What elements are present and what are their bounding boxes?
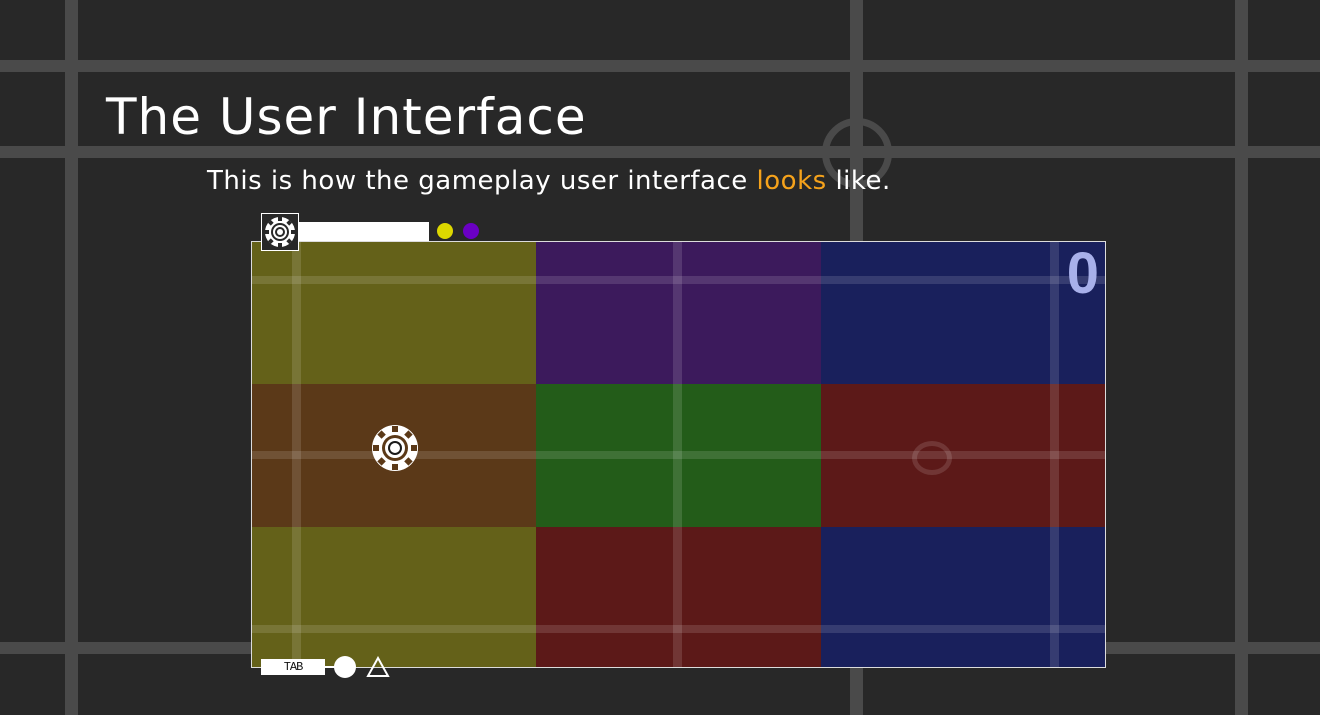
circle-shape-icon[interactable] bbox=[334, 656, 356, 678]
subtitle-highlight: looks bbox=[756, 166, 827, 196]
bg-grid-line bbox=[1235, 0, 1248, 715]
gear-ring-icon bbox=[265, 217, 295, 247]
tile-navy bbox=[821, 527, 1105, 667]
tile-red bbox=[536, 527, 821, 667]
tile-olive bbox=[252, 527, 536, 667]
subtitle-text: This is how the gameplay user interface bbox=[207, 166, 757, 196]
triangle-shape-icon[interactable] bbox=[366, 656, 390, 678]
tile-brown bbox=[252, 384, 536, 527]
slide-title: The User Interface bbox=[106, 88, 587, 146]
tile-green bbox=[536, 384, 821, 527]
energy-bar bbox=[299, 222, 429, 241]
tab-key-button[interactable]: TAB bbox=[261, 659, 325, 675]
slide-subtitle: This is how the gameplay user interface … bbox=[207, 166, 891, 196]
tile-navy bbox=[821, 242, 1105, 384]
bg-grid-line bbox=[0, 60, 1320, 72]
tile-olive bbox=[252, 242, 536, 384]
tile-purple bbox=[536, 242, 821, 384]
bg-grid-line bbox=[65, 0, 78, 715]
yellow-orb-icon bbox=[437, 223, 453, 239]
subtitle-text-end: like. bbox=[826, 166, 891, 196]
tile-red bbox=[821, 384, 1105, 527]
hud-gear-box[interactable] bbox=[261, 213, 299, 251]
bg-grid-line bbox=[0, 146, 1320, 158]
game-viewport[interactable]: 0 bbox=[251, 241, 1106, 668]
purple-orb-icon bbox=[463, 223, 479, 239]
